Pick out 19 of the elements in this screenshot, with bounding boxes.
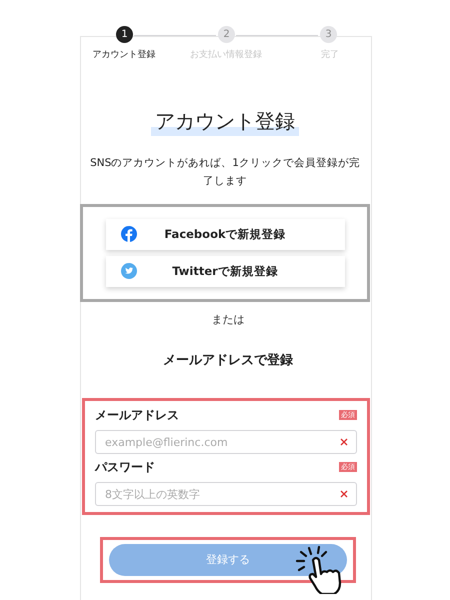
section-heading: メールアドレスで登録 (163, 352, 293, 370)
clear-icon[interactable] (340, 490, 348, 498)
step-number: 1 (116, 26, 133, 43)
twitter-signup-button[interactable]: Twitterで新規登録 (106, 256, 344, 287)
step-label: 完了 (321, 49, 339, 62)
step-label: アカウント登録 (92, 49, 156, 62)
facebook-icon (120, 226, 136, 242)
clear-icon[interactable] (340, 438, 348, 446)
field-label: パスワード (95, 459, 155, 476)
field-label: メールアドレス (95, 407, 179, 424)
step-number: 3 (320, 26, 337, 43)
step-number: 2 (218, 26, 235, 43)
description: SNSのアカウントがあれば、1クリックで会員登録が完了します (89, 156, 361, 189)
input-field[interactable]: example@flierinc.com (95, 430, 357, 454)
step-label: お支払い情報登録 (190, 49, 262, 62)
input-field[interactable]: 8文字以上の英数字 (95, 482, 357, 506)
facebook-signup-button[interactable]: Facebookで新規登録 (106, 219, 344, 250)
separator-text: または (212, 312, 244, 328)
bird-icon (120, 263, 136, 279)
